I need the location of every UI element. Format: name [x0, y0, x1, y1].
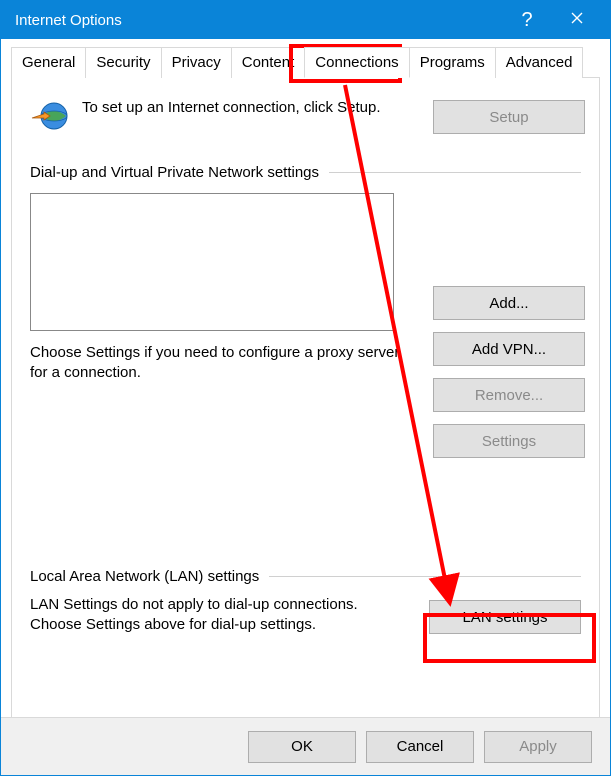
tab-connections[interactable]: Connections [304, 47, 409, 78]
titlebar: Internet Options ? [1, 1, 610, 39]
dialup-section-title: Dial-up and Virtual Private Network sett… [30, 164, 581, 181]
lan-title-label: Local Area Network (LAN) settings [30, 568, 259, 585]
apply-button[interactable]: Apply [484, 731, 592, 763]
help-icon: ? [521, 9, 532, 32]
remove-button[interactable]: Remove... [433, 378, 585, 412]
add-button[interactable]: Add... [433, 286, 585, 320]
help-button[interactable]: ? [502, 1, 552, 39]
globe-icon [30, 98, 70, 138]
tab-security[interactable]: Security [85, 47, 161, 78]
connection-settings-button[interactable]: Settings [433, 424, 585, 458]
connections-panel: To set up an Internet connection, click … [11, 78, 600, 736]
divider [329, 172, 581, 173]
side-buttons: Add... Add VPN... Remove... Settings [433, 286, 585, 458]
close-icon [571, 11, 583, 29]
lan-settings-button[interactable]: LAN settings [429, 600, 581, 634]
dialup-title-label: Dial-up and Virtual Private Network sett… [30, 164, 319, 181]
internet-options-window: Internet Options ? General Security Priv… [0, 0, 611, 776]
tabstrip: General Security Privacy Content Connect… [11, 46, 600, 78]
add-vpn-button[interactable]: Add VPN... [433, 332, 585, 366]
connections-listbox[interactable] [30, 193, 394, 331]
tab-content[interactable]: Content [231, 47, 306, 78]
dialup-desc: Choose Settings if you need to configure… [30, 343, 400, 384]
tab-advanced[interactable]: Advanced [495, 47, 584, 78]
divider [269, 576, 581, 577]
dialog-footer: OK Cancel Apply [1, 717, 610, 775]
close-button[interactable] [552, 1, 602, 39]
tab-general[interactable]: General [11, 47, 86, 78]
ok-button[interactable]: OK [248, 731, 356, 763]
lan-section-title: Local Area Network (LAN) settings [30, 568, 581, 585]
window-title: Internet Options [15, 12, 502, 29]
setup-button[interactable]: Setup [433, 100, 585, 134]
tab-programs[interactable]: Programs [409, 47, 496, 78]
cancel-button[interactable]: Cancel [366, 731, 474, 763]
lan-desc: LAN Settings do not apply to dial-up con… [30, 595, 360, 636]
lan-section: Local Area Network (LAN) settings LAN Se… [30, 568, 581, 636]
tab-privacy[interactable]: Privacy [161, 47, 232, 78]
